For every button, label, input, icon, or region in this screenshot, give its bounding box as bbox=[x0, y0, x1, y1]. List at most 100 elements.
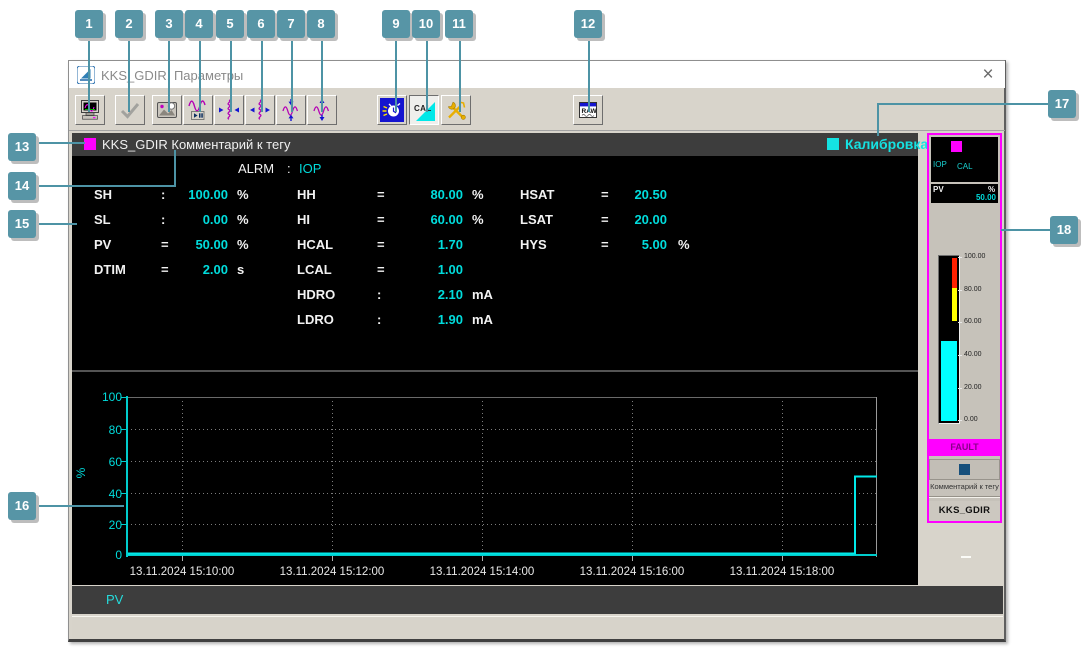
bar-scale-label: 100.00 bbox=[964, 253, 986, 260]
callout-line bbox=[1001, 229, 1051, 231]
param-label: HDRO bbox=[297, 287, 336, 302]
callout-badge-18: 18 bbox=[1050, 216, 1078, 244]
param-value[interactable]: 20.50 bbox=[589, 187, 667, 203]
param-sep: = bbox=[377, 187, 385, 202]
param-label: SH bbox=[94, 187, 113, 202]
param-label: HI bbox=[297, 212, 310, 227]
calibration-status-square bbox=[827, 138, 839, 150]
flag-cal: CAL bbox=[957, 162, 973, 171]
param-value[interactable]: 1.70 bbox=[385, 237, 463, 253]
ytick-label: 20 bbox=[108, 518, 122, 532]
service-tools-button[interactable] bbox=[441, 95, 471, 125]
trend-plot[interactable] bbox=[117, 394, 879, 564]
param-value[interactable]: 2.00 bbox=[150, 262, 228, 278]
tag-name: KKS_GDIR bbox=[102, 137, 168, 152]
param-value[interactable]: 100.00 bbox=[150, 187, 228, 203]
param-unit: % bbox=[678, 237, 690, 252]
param-value[interactable]: 50.00 bbox=[150, 237, 228, 253]
minimize-dash bbox=[961, 556, 971, 558]
callout-badge-13: 13 bbox=[8, 133, 36, 161]
callout-line bbox=[877, 103, 879, 136]
param-value[interactable]: 20.00 bbox=[589, 212, 667, 228]
calibration-mode-label: Калибровка bbox=[845, 136, 929, 152]
legend-pv-label[interactable]: PV bbox=[106, 592, 123, 607]
status-bar bbox=[72, 616, 1003, 639]
callout-badge-3: 3 bbox=[155, 10, 183, 38]
bar-fill bbox=[941, 341, 957, 421]
param-value[interactable]: 0.00 bbox=[150, 212, 228, 228]
callout-badge-2: 2 bbox=[115, 10, 143, 38]
param-label: SL bbox=[94, 212, 111, 227]
param-unit: % bbox=[237, 187, 249, 202]
callout-badge-12: 12 bbox=[574, 10, 602, 38]
alarm-value: IOP bbox=[299, 161, 322, 176]
callout-line bbox=[36, 505, 124, 507]
alarm-lamp-icon bbox=[380, 98, 404, 122]
callout-badge-14: 14 bbox=[8, 172, 36, 200]
param-sep: = bbox=[377, 237, 385, 252]
param-value[interactable]: 80.00 bbox=[385, 187, 463, 203]
callout-line bbox=[395, 38, 397, 112]
tag-alarm-square bbox=[84, 138, 96, 150]
bar-tick bbox=[958, 290, 962, 291]
fault-banner: FAULT bbox=[929, 439, 1000, 456]
param-unit: mA bbox=[472, 287, 493, 302]
param-label: HYS bbox=[520, 237, 547, 252]
confirm-button[interactable] bbox=[115, 95, 145, 125]
time-scale-compress-icon bbox=[219, 99, 239, 120]
param-unit: mA bbox=[472, 312, 493, 327]
alarm-label: ALRM bbox=[238, 161, 275, 176]
close-button[interactable]: × bbox=[976, 63, 1000, 87]
trend-play-pause-button[interactable] bbox=[183, 95, 213, 125]
param-unit: % bbox=[472, 187, 484, 202]
param-label: HCAL bbox=[297, 237, 334, 252]
xtick-label: 13.11.2024 15:14:00 bbox=[429, 566, 535, 578]
alarm-settings-button[interactable] bbox=[377, 95, 407, 125]
print-trend-button[interactable] bbox=[75, 95, 105, 125]
param-unit: s bbox=[237, 262, 245, 277]
callout-badge-8: 8 bbox=[307, 10, 335, 38]
ytick-label: 40 bbox=[108, 487, 122, 501]
param-sep: = bbox=[377, 212, 385, 227]
quality-indicator-box[interactable] bbox=[929, 459, 1000, 480]
ytick-label: 80 bbox=[108, 423, 122, 437]
time-scale-compress-button[interactable] bbox=[214, 95, 244, 125]
param-sep: = bbox=[377, 262, 385, 277]
calibration-mode-button[interactable]: CAL bbox=[409, 95, 439, 125]
bar-scale-label: 80.00 bbox=[964, 286, 982, 293]
param-value[interactable]: 5.00 bbox=[589, 237, 667, 253]
callout-line bbox=[168, 38, 170, 112]
param-sep: : bbox=[377, 312, 382, 327]
faceplate-tag[interactable]: KKS_GDIR bbox=[929, 501, 1000, 521]
pv-bargraph bbox=[938, 255, 960, 424]
callout-line bbox=[588, 38, 590, 112]
tag-title: KKS_GDIR Комментарий к тегу bbox=[102, 137, 290, 152]
bar-warn-zone bbox=[952, 288, 957, 321]
window-title: KKS_GDIR. Параметры bbox=[101, 68, 244, 83]
faceplate-alarm-square bbox=[951, 141, 962, 152]
param-label: PV bbox=[94, 237, 112, 252]
app-icon bbox=[77, 66, 95, 84]
param-label: LCAL bbox=[297, 262, 332, 277]
param-value[interactable]: 60.00 bbox=[385, 212, 463, 228]
callout-badge-17: 17 bbox=[1048, 90, 1076, 118]
callout-line bbox=[36, 223, 77, 225]
time-scale-expand-button[interactable] bbox=[245, 95, 275, 125]
trend-legend-bar bbox=[72, 586, 1003, 614]
alarm-sep: : bbox=[287, 161, 291, 176]
param-value[interactable]: 1.90 bbox=[385, 312, 463, 328]
callout-badge-6: 6 bbox=[247, 10, 275, 38]
callout-badge-9: 9 bbox=[382, 10, 410, 38]
calibration-label: CAL bbox=[414, 104, 432, 113]
callout-badge-11: 11 bbox=[445, 10, 473, 38]
y-axis-unit-label: % bbox=[74, 467, 88, 479]
callout-line bbox=[174, 150, 176, 187]
xtick-label: 13.11.2024 15:10:00 bbox=[129, 566, 235, 578]
section-divider bbox=[72, 370, 918, 372]
param-value[interactable]: 1.00 bbox=[385, 262, 463, 278]
param-value[interactable]: 2.10 bbox=[385, 287, 463, 303]
callout-line bbox=[88, 38, 90, 112]
trend-snapshot-icon bbox=[157, 102, 177, 118]
param-label: LSAT bbox=[520, 212, 553, 227]
trend-snapshot-button[interactable] bbox=[152, 95, 182, 125]
